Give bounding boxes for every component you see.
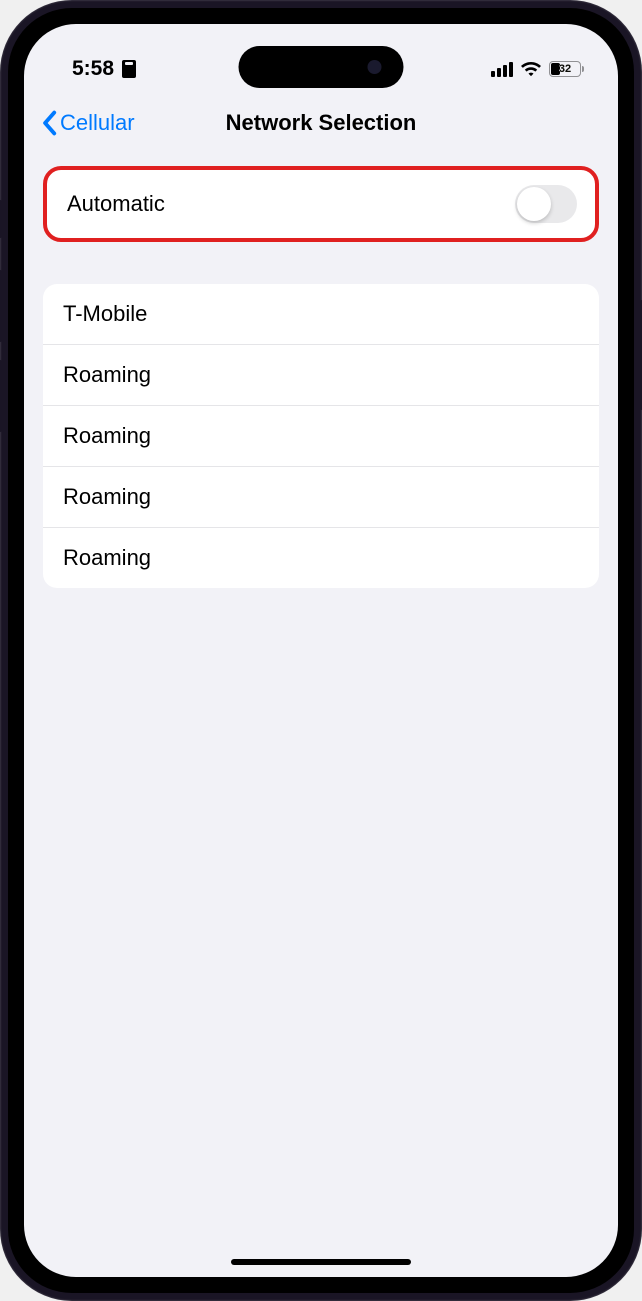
screen: 5:58 32 [24,24,618,1277]
volume-up-button [0,270,2,342]
device-bezel: 5:58 32 [8,8,634,1293]
network-label: Roaming [63,545,151,570]
back-button[interactable]: Cellular [40,110,135,136]
network-label: Roaming [63,423,151,448]
back-label: Cellular [60,110,135,136]
battery-percent: 32 [550,63,580,75]
network-item[interactable]: Roaming [43,528,599,588]
navigation-bar: Cellular Network Selection [24,92,618,154]
status-left: 5:58 [72,57,136,81]
device-frame: 5:58 32 [0,0,642,1301]
sim-card-icon [122,60,136,78]
automatic-row[interactable]: Automatic [47,170,595,238]
cellular-signal-icon [491,62,513,77]
network-item[interactable]: Roaming [43,467,599,528]
home-indicator[interactable] [231,1259,411,1265]
status-time: 5:58 [72,57,114,81]
automatic-label: Automatic [67,191,165,217]
mute-switch [0,200,2,238]
battery-indicator: 32 [549,61,584,77]
network-item[interactable]: Roaming [43,406,599,467]
network-list: T-Mobile Roaming Roaming Roaming Roaming [43,284,599,588]
volume-down-button [0,360,2,432]
chevron-left-icon [40,110,58,136]
network-item[interactable]: T-Mobile [43,284,599,345]
toggle-knob [517,187,551,221]
network-label: T-Mobile [63,301,147,326]
network-label: Roaming [63,484,151,509]
status-right: 32 [491,61,584,77]
wifi-icon [521,62,541,77]
highlight-annotation: Automatic [43,166,599,242]
content-area: Automatic T-Mobile Roaming Roaming [24,154,618,588]
network-item[interactable]: Roaming [43,345,599,406]
network-label: Roaming [63,362,151,387]
dynamic-island [239,46,404,88]
automatic-toggle[interactable] [515,185,577,223]
